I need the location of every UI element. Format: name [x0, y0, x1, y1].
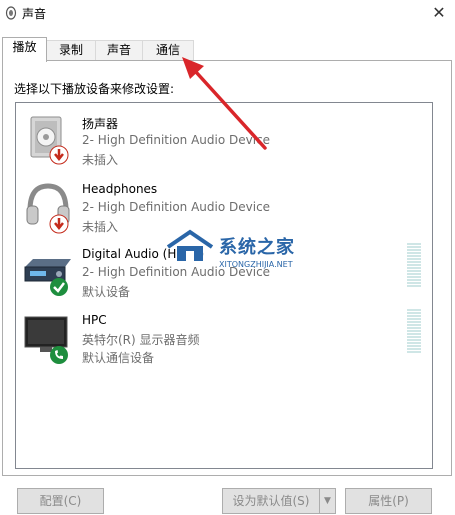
volume-meter	[407, 309, 421, 353]
close-button[interactable]: ✕	[426, 2, 452, 24]
unplugged-arrow-icon	[49, 145, 69, 165]
device-status: 未插入	[82, 153, 119, 167]
tab-communications[interactable]: 通信	[142, 40, 194, 61]
title-bar: 声音 ✕	[0, 0, 455, 28]
phone-icon	[50, 346, 68, 364]
device-name: Headphones	[82, 182, 158, 196]
device-status: 默认设备	[82, 285, 131, 299]
device-item-hpc[interactable]: HPC 英特尔(R) 显示器音频 默认通信设备	[16, 309, 432, 371]
tab-playback[interactable]: 播放	[2, 37, 47, 62]
device-list[interactable]: 扬声器 2- High Definition Audio Device 未插入 …	[15, 102, 433, 469]
window-title: 声音	[22, 7, 47, 21]
tab-strip: 播放 录制 声音 通信	[0, 37, 455, 62]
device-name: 扬声器	[82, 117, 119, 131]
watermark-text: 系统之家	[219, 237, 295, 258]
device-description: 英特尔(R) 显示器音频	[82, 333, 200, 347]
device-status: 默认通信设备	[82, 351, 155, 365]
device-item-speakers[interactable]: 扬声器 2- High Definition Audio Device 未插入	[16, 111, 432, 173]
tab-recording[interactable]: 录制	[46, 40, 96, 61]
configure-button[interactable]: 配置(C)	[17, 488, 104, 514]
headphones-icon	[26, 183, 70, 234]
unplugged-arrow-icon	[49, 214, 69, 234]
default-check-icon	[50, 278, 68, 296]
device-description: 2- High Definition Audio Device	[82, 133, 271, 147]
volume-meter	[407, 243, 421, 287]
properties-button[interactable]: 属性(P)	[345, 488, 432, 514]
instruction-text: 选择以下播放设备来修改设置:	[14, 82, 175, 96]
set-default-dropdown-button[interactable]: ▼	[319, 488, 336, 514]
device-description: 2- High Definition Audio Device	[82, 200, 271, 214]
tab-sounds[interactable]: 声音	[95, 40, 143, 61]
speaker-icon	[30, 116, 69, 165]
speaker-icon	[5, 6, 17, 20]
receiver-icon	[24, 259, 71, 296]
watermark-subtext: XITONGZHIJIA.NET	[219, 260, 293, 269]
device-status: 未插入	[82, 220, 119, 234]
device-name: HPC	[82, 313, 107, 327]
watermark-house-icon	[166, 229, 214, 261]
monitor-icon	[24, 316, 68, 364]
device-item-headphones[interactable]: Headphones 2- High Definition Audio Devi…	[16, 178, 432, 240]
set-default-button[interactable]: 设为默认值(S)	[222, 488, 320, 514]
